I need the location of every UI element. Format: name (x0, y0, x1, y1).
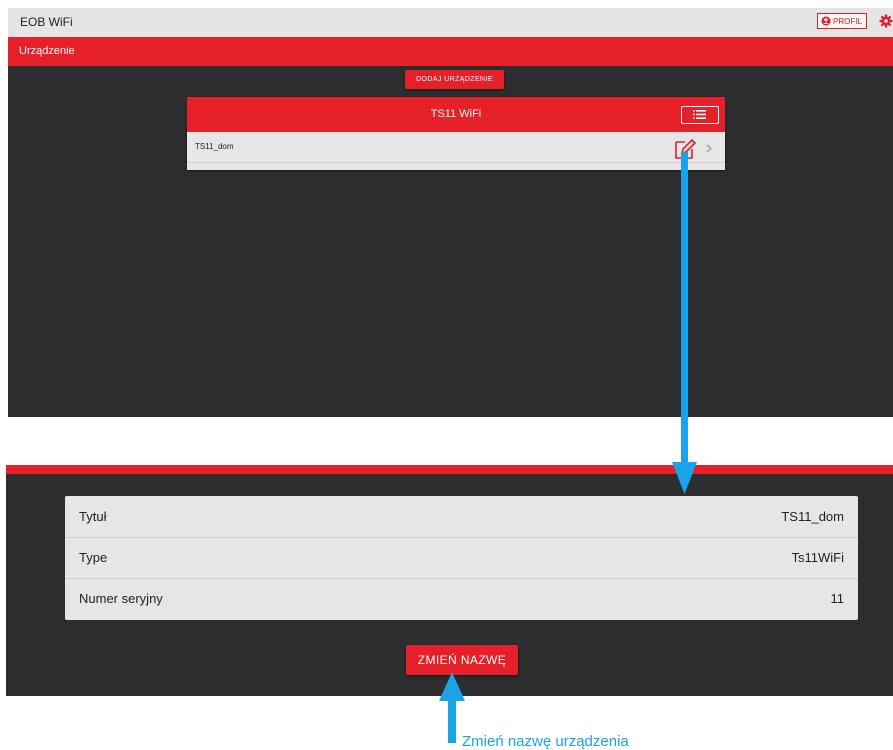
section-bar: Urządzenie (8, 37, 893, 66)
header-strip (6, 465, 893, 474)
detail-row-title: Tytuł TS11_dom (65, 496, 858, 538)
add-device-button[interactable]: DODAJ URZĄDZENIE (405, 70, 504, 89)
device-row[interactable]: TS11_dom (187, 132, 725, 163)
detail-label: Type (79, 550, 108, 565)
detail-label: Tytuł (79, 509, 107, 524)
detail-row-type: Type Ts11WiFi (65, 537, 858, 579)
detail-value: 11 (830, 591, 845, 606)
chevron-right-icon[interactable] (705, 144, 713, 153)
device-group-card: TS11 WiFi TS11_dom (187, 97, 725, 170)
section-title: Urządzenie (19, 45, 75, 57)
annotation-label: Zmień nazwę urządzenia (462, 733, 629, 750)
list-icon (693, 110, 706, 119)
device-details-card: Tytuł TS11_dom Type Ts11WiFi Numer seryj… (65, 496, 858, 620)
profile-button[interactable]: PROFIL (817, 13, 867, 29)
profile-button-label: PROFIL (833, 16, 862, 26)
edit-icon[interactable] (673, 137, 697, 161)
card-header: TS11 WiFi (187, 97, 725, 132)
menu-button[interactable] (681, 106, 719, 124)
device-list-screen: EOB WiFi PROFIL Urządzenie DODAJ URZĄDZE… (8, 8, 893, 417)
detail-value: Ts11WiFi (791, 550, 844, 565)
gear-icon[interactable] (879, 14, 893, 28)
user-icon (821, 16, 831, 26)
app-header: EOB WiFi PROFIL (8, 8, 893, 37)
detail-label: Numer seryjny (79, 591, 163, 606)
device-name: TS11_dom (195, 142, 234, 151)
card-title: TS11 WiFi (430, 108, 482, 120)
detail-value: TS11_dom (781, 509, 844, 524)
rename-button[interactable]: ZMIEŃ NAZWĘ (406, 645, 518, 675)
app-title: EOB WiFi (20, 15, 73, 29)
device-details-screen: Tytuł TS11_dom Type Ts11WiFi Numer seryj… (6, 465, 893, 696)
detail-row-serial: Numer seryjny 11 (65, 578, 858, 619)
